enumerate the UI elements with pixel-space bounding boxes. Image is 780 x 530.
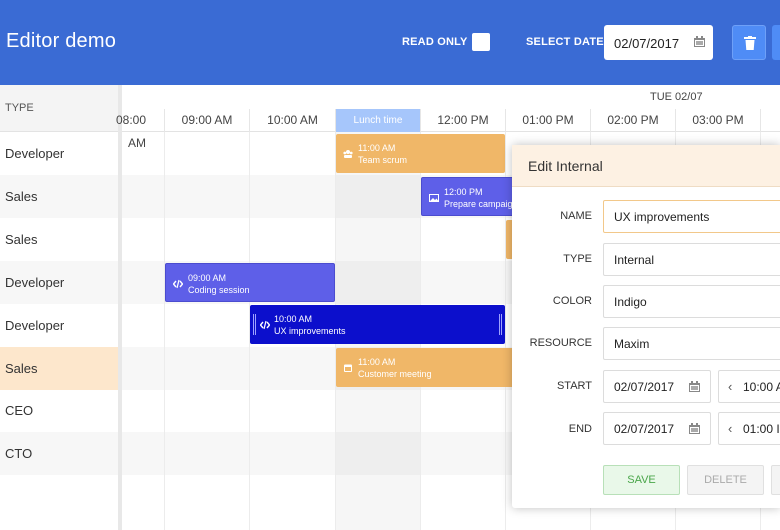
resource-label: Sales [5,232,38,247]
resource-row-selected[interactable]: Sales [0,347,120,390]
resource-label: Sales [5,361,38,376]
resource-label: Developer [5,318,65,333]
type-select[interactable]: Internal [603,243,780,276]
app-header: Editor demo READ ONLY SELECT DATE 02/07/… [0,0,780,85]
hour-label: 02:00 PM [590,109,675,132]
popup-extra-button[interactable] [771,465,780,495]
event-prepare-campaign[interactable]: 12:00 PM Prepare campaign [421,177,518,216]
code-icon [260,320,270,330]
resource-value: Maxim [614,337,650,351]
name-label: NAME [560,210,592,222]
header-extra-button[interactable] [772,25,780,60]
code-icon [173,279,183,289]
name-value: UX improvements [614,210,710,224]
resource-label: CTO [5,446,33,461]
resource-row[interactable]: Developer [0,304,120,347]
type-header-label: TYPE [5,102,34,114]
color-label: COLOR [552,295,592,307]
popup-title: Edit Internal [528,158,603,174]
resize-handle-right[interactable] [499,314,502,335]
resource-row[interactable]: CTO [0,432,120,475]
type-value: Internal [614,253,655,267]
event-title: Team scrum [358,155,408,165]
start-date-value: 02/07/2017 [614,380,675,394]
end-label: END [568,423,592,435]
hour-label: 03:00 PM [675,109,760,132]
calendar-icon[interactable] [694,36,705,47]
resource-label: RESOURCE [529,337,592,349]
end-time-value: 01:00 I [743,422,780,436]
event-title: Customer meeting [358,369,432,379]
event-time: 09:00 AM [188,273,227,283]
event-title: Prepare campaign [444,199,518,209]
calendar-icon [344,364,352,372]
end-date-value: 02/07/2017 [614,422,675,436]
chevron-left-icon[interactable]: ‹ [728,379,732,394]
grid-line [164,132,165,530]
event-title: UX improvements [274,326,346,336]
read-only-checkbox[interactable] [472,33,490,51]
date-value: 02/07/2017 [614,36,680,51]
hour-label: 08:00 AM [115,113,146,150]
hour-cell [760,109,780,132]
trash-icon [744,36,756,50]
page-title: Editor demo [6,30,117,52]
hour-label: 10:00 AM [249,109,335,132]
start-label: START [556,380,592,392]
resource-label: Developer [5,146,65,161]
event-ux-improvements[interactable]: 10:00 AM UX improvements [250,305,505,344]
select-date-label: SELECT DATE [526,36,604,48]
delete-button[interactable] [732,25,766,60]
start-time-field[interactable]: ‹ 10:00 A [718,370,780,403]
hour-label: 12:00 PM [420,109,505,132]
read-only-label: READ ONLY [402,36,468,48]
calendar-icon[interactable] [689,423,700,434]
start-date-field[interactable]: 02/07/2017 [603,370,711,403]
name-field[interactable]: UX improvements [603,200,780,233]
calendar-icon[interactable] [689,381,700,392]
chevron-left-icon[interactable]: ‹ [728,421,732,436]
color-select[interactable]: Indigo [603,285,780,318]
team-icon [343,150,353,158]
day-label: TUE 02/07 [650,91,703,103]
edit-event-popup: Edit Internal NAME UX improvements TYPE … [512,145,780,508]
resource-label: CEO [5,403,34,418]
event-title: Coding session [188,285,250,295]
resource-row[interactable]: Sales [0,175,120,218]
color-value: Indigo [614,295,647,309]
resource-row[interactable]: CEO [0,389,120,432]
scheduler-app: Editor demo READ ONLY SELECT DATE 02/07/… [0,0,780,530]
resource-row[interactable]: Sales [0,218,120,261]
resource-label: Sales [5,189,38,204]
end-time-field[interactable]: ‹ 01:00 I [718,412,780,445]
event-time: 11:00 AM [358,357,396,367]
lunch-time-label: Lunch time [335,109,420,132]
event-time: 11:00 AM [358,143,396,153]
event-time: 10:00 AM [274,314,313,324]
resource-select[interactable]: Maxim [603,327,780,360]
end-date-field[interactable]: 02/07/2017 [603,412,711,445]
hour-label: 01:00 PM [505,109,590,132]
event-coding-session[interactable]: 09:00 AM Coding session [165,263,335,302]
save-button[interactable]: SAVE [603,465,680,495]
delete-event-button[interactable]: DELETE [687,465,764,495]
popup-header: Edit Internal [512,145,780,187]
hour-label: 09:00 AM [164,109,249,132]
event-customer-meeting[interactable]: 11:00 AM Customer meeting [336,348,514,387]
resource-label: Developer [5,275,65,290]
image-icon [429,194,439,202]
start-time-value: 10:00 A [743,380,780,394]
event-time: 12:00 PM [444,187,483,197]
resize-handle-left[interactable] [253,314,256,335]
event-team-scrum[interactable]: 11:00 AM Team scrum [336,134,505,173]
resource-row[interactable]: Developer [0,261,120,304]
resource-row[interactable]: Developer [0,132,120,175]
date-picker-input[interactable]: 02/07/2017 [604,25,713,60]
type-label: TYPE [563,253,592,265]
